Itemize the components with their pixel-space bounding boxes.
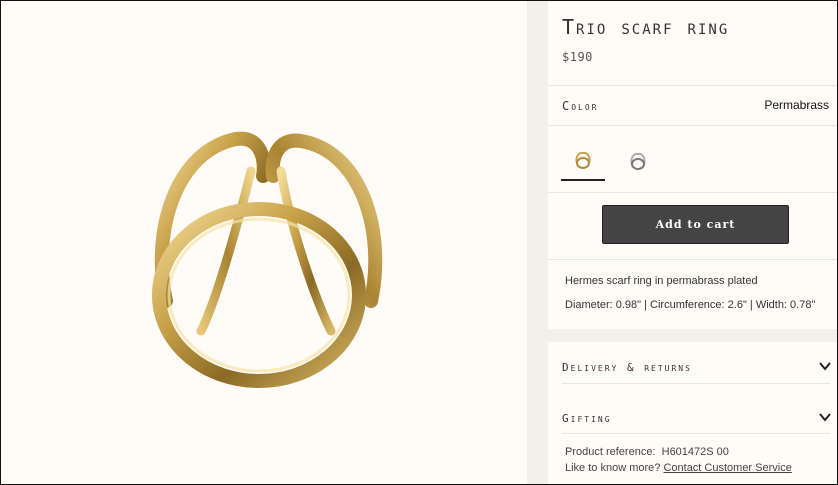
chevron-down-icon	[819, 362, 831, 371]
product-description: Hermes scarf ring in permabrass plated	[565, 275, 758, 287]
swatch-palladium[interactable]	[616, 141, 660, 181]
help-line: Like to know more? Contact Customer Serv…	[565, 462, 792, 474]
ring-silver-icon	[630, 152, 646, 170]
product-page: Trio scarf ring $190 Color Permabrass Ad…	[0, 0, 838, 485]
divider	[548, 192, 837, 193]
ring-gold-icon	[575, 151, 591, 169]
add-to-cart-button[interactable]: Add to cart	[602, 205, 789, 244]
accordion-gifting[interactable]: Gifting	[562, 408, 832, 428]
accordion-delivery-returns[interactable]: Delivery & returns	[562, 357, 832, 377]
color-value: Permabrass	[764, 98, 829, 112]
panel-divider	[527, 1, 548, 484]
color-label: Color	[562, 99, 599, 113]
contact-customer-service-link[interactable]: Contact Customer Service	[663, 462, 791, 474]
divider	[548, 85, 837, 86]
product-reference: Product reference: H601472S 00	[565, 446, 729, 458]
divider	[548, 125, 837, 126]
chevron-down-icon	[819, 413, 831, 422]
reference-label: Product reference:	[565, 446, 656, 458]
help-text: Like to know more?	[565, 462, 661, 474]
product-title: Trio scarf ring	[562, 15, 730, 39]
product-image	[152, 131, 383, 388]
divider	[548, 259, 837, 260]
reference-value: H601472S 00	[661, 446, 729, 458]
product-image-panel	[1, 1, 527, 484]
section-separator	[548, 329, 837, 342]
product-dimensions: Diameter: 0.98" | Circumference: 2.6" | …	[565, 299, 816, 311]
accordion-label: Gifting	[562, 412, 612, 425]
accordion-label: Delivery & returns	[562, 361, 692, 374]
swatch-permabrass[interactable]	[561, 141, 605, 181]
divider	[562, 433, 830, 434]
divider	[562, 383, 830, 384]
product-price: $190	[562, 50, 593, 64]
product-details-panel: Trio scarf ring $190 Color Permabrass Ad…	[548, 1, 837, 484]
